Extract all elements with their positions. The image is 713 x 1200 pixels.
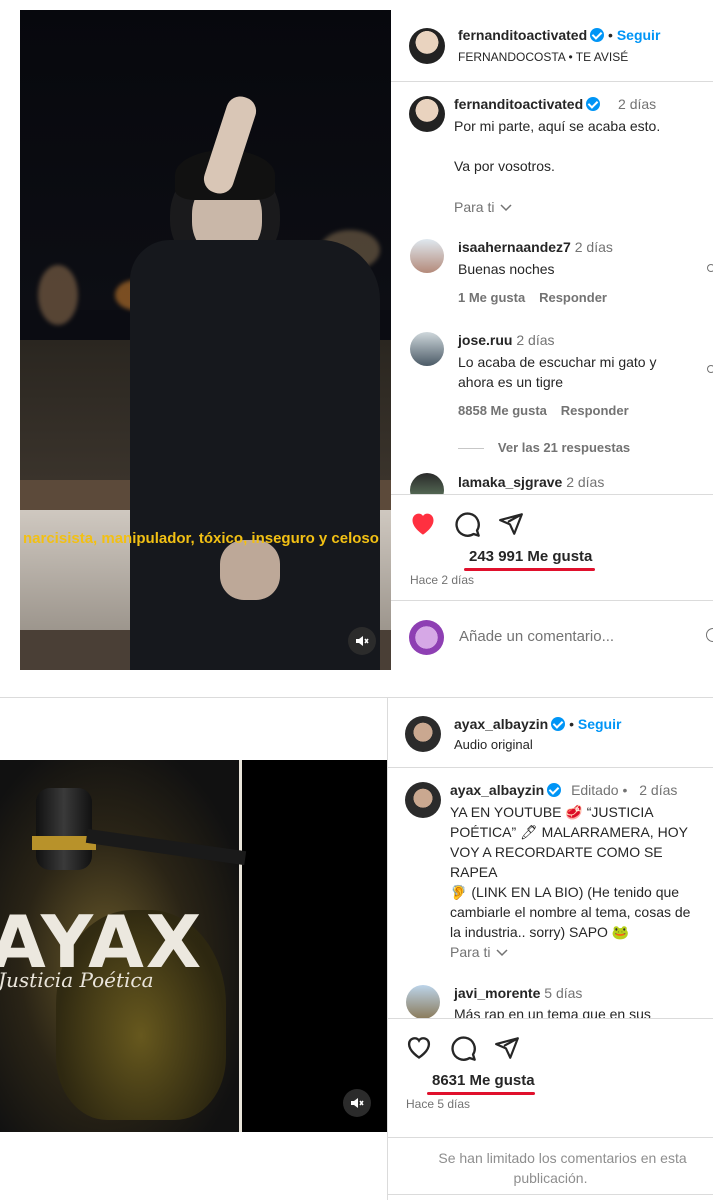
likes-count[interactable]: 8631 Me gusta (432, 1072, 535, 1089)
limited-line2: publicación. (513, 1170, 588, 1186)
caption-body: YA EN YOUTUBE 🥩 “JUSTICIA POÉTICA” 🖊 MAL… (450, 802, 712, 942)
share-icon[interactable] (498, 511, 524, 537)
comment-username[interactable]: lamaka_sjgrave (458, 474, 562, 490)
comment-icon[interactable] (453, 510, 481, 538)
caption-avatar[interactable] (405, 782, 441, 818)
comment-avatar[interactable] (406, 985, 440, 1018)
album-cover: AYAX Justicia Poética (0, 760, 247, 1132)
post2-author-username[interactable]: ayax_albayzin (454, 716, 548, 732)
reply-button[interactable]: Responder (539, 290, 607, 305)
caption-line: 🦻 (LINK EN LA BIO) (He tenido que (450, 884, 680, 900)
comment-avatar[interactable] (410, 332, 444, 366)
post1-author-avatar[interactable] (409, 28, 445, 64)
comment-likes[interactable]: 8858 Me gusta (458, 403, 547, 418)
para-ti-label: Para ti (450, 944, 491, 960)
view-replies[interactable]: Ver las 21 respuestas (458, 439, 630, 455)
comment-icon[interactable] (449, 1034, 477, 1062)
caption-time: 2 días (618, 96, 657, 112)
emoji-icon[interactable] (706, 628, 713, 642)
caption-line: POÉTICA” 🖊 MALARRAMERA, HOY (450, 824, 688, 840)
post1-audio-label[interactable]: FERNANDOCOSTA • TE AVISÉ (458, 50, 628, 64)
verified-icon (547, 783, 562, 797)
post2-audio-label[interactable]: Audio original (454, 737, 533, 752)
post-age: Hace 2 días (410, 573, 475, 587)
caption-username[interactable]: fernanditoactivated (454, 96, 583, 112)
caption-line2: Va por vosotros. (454, 158, 555, 174)
comment-username[interactable]: isaahernaandez7 (458, 239, 571, 255)
caption-line1: Por mi parte, aquí se acaba esto. (454, 118, 661, 134)
comment-avatar[interactable] (410, 239, 444, 273)
post1-video[interactable]: narcisista, manipulador, tóxico, insegur… (20, 10, 391, 670)
reply-button[interactable]: Responder (561, 403, 629, 418)
comment-time: 2 días (574, 239, 613, 255)
comment-like-icon[interactable] (707, 264, 713, 272)
limited-line1: Se han limitado los comentarios en esta (438, 1150, 687, 1166)
mute-button[interactable] (343, 1089, 371, 1117)
post2-author-avatar[interactable] (405, 716, 441, 752)
current-user-avatar (409, 620, 444, 655)
follow-button[interactable]: Seguir (578, 716, 622, 732)
caption-time: 2 días (639, 782, 678, 798)
video-subtitle: narcisista, manipulador, tóxico, insegur… (23, 530, 379, 547)
likes-highlight (464, 568, 595, 571)
caption-line: YA EN YOUTUBE 🥩 “JUSTICIA (450, 804, 654, 820)
verified-icon (590, 28, 605, 42)
post2-video[interactable]: AYAX Justicia Poética (0, 760, 387, 1132)
caption-line: la industria.. sorry) SAPO 🐸 (450, 924, 630, 940)
cover-subtitle: Justicia Poética (0, 968, 154, 992)
edited-label: Editado (571, 782, 619, 798)
comment-likes[interactable]: 1 Me gusta (458, 290, 525, 305)
share-icon[interactable] (494, 1035, 520, 1061)
comment-text-line2: ahora es un tigre (458, 374, 564, 390)
chevron-down-icon (496, 949, 508, 957)
post1-author-username[interactable]: fernanditoactivated (458, 27, 587, 43)
caption-line: VOY A RECORDARTE COMO SE RAPEA (450, 844, 663, 880)
follow-button[interactable]: Seguir (617, 27, 661, 43)
comment-username[interactable]: jose.ruu (458, 332, 512, 348)
heart-icon[interactable] (405, 1034, 433, 1060)
comment-time: 2 días (516, 332, 555, 348)
comment-time: 2 días (566, 474, 605, 490)
chevron-down-icon (500, 204, 512, 212)
para-ti-filter[interactable]: Para ti (450, 944, 508, 960)
likes-highlight (427, 1092, 535, 1095)
comment-like-icon[interactable] (707, 365, 713, 373)
comment-avatar[interactable] (410, 473, 444, 494)
likes-count[interactable]: 243 991 Me gusta (469, 548, 592, 565)
verified-icon (586, 97, 601, 111)
para-ti-label: Para ti (454, 199, 495, 215)
mute-icon (351, 1098, 364, 1108)
add-comment-input[interactable]: Añade un comentario... (459, 628, 614, 645)
heart-icon[interactable] (409, 510, 437, 536)
mute-button[interactable] (348, 627, 376, 655)
comments-limited-notice: Se han limitado los comentarios en esta … (388, 1148, 713, 1188)
verified-icon (551, 717, 566, 731)
post-age: Hace 5 días (406, 1097, 471, 1111)
mute-icon (356, 636, 369, 646)
caption-avatar[interactable] (409, 96, 445, 132)
comment-text: Más rap en un tema que en sus (454, 1006, 651, 1018)
comment-username[interactable]: javi_morente (454, 985, 540, 1001)
para-ti-filter[interactable]: Para ti (454, 199, 512, 215)
view-replies-label: Ver las 21 respuestas (497, 440, 631, 455)
comment-text: Buenas noches (458, 261, 555, 277)
comment-time: 5 días (544, 985, 583, 1001)
comment-text-line1: Lo acaba de escuchar mi gato y (458, 354, 657, 370)
caption-username[interactable]: ayax_albayzin (450, 782, 544, 798)
caption-line: cambiarle el nombre al tema, cosas de (450, 904, 691, 920)
